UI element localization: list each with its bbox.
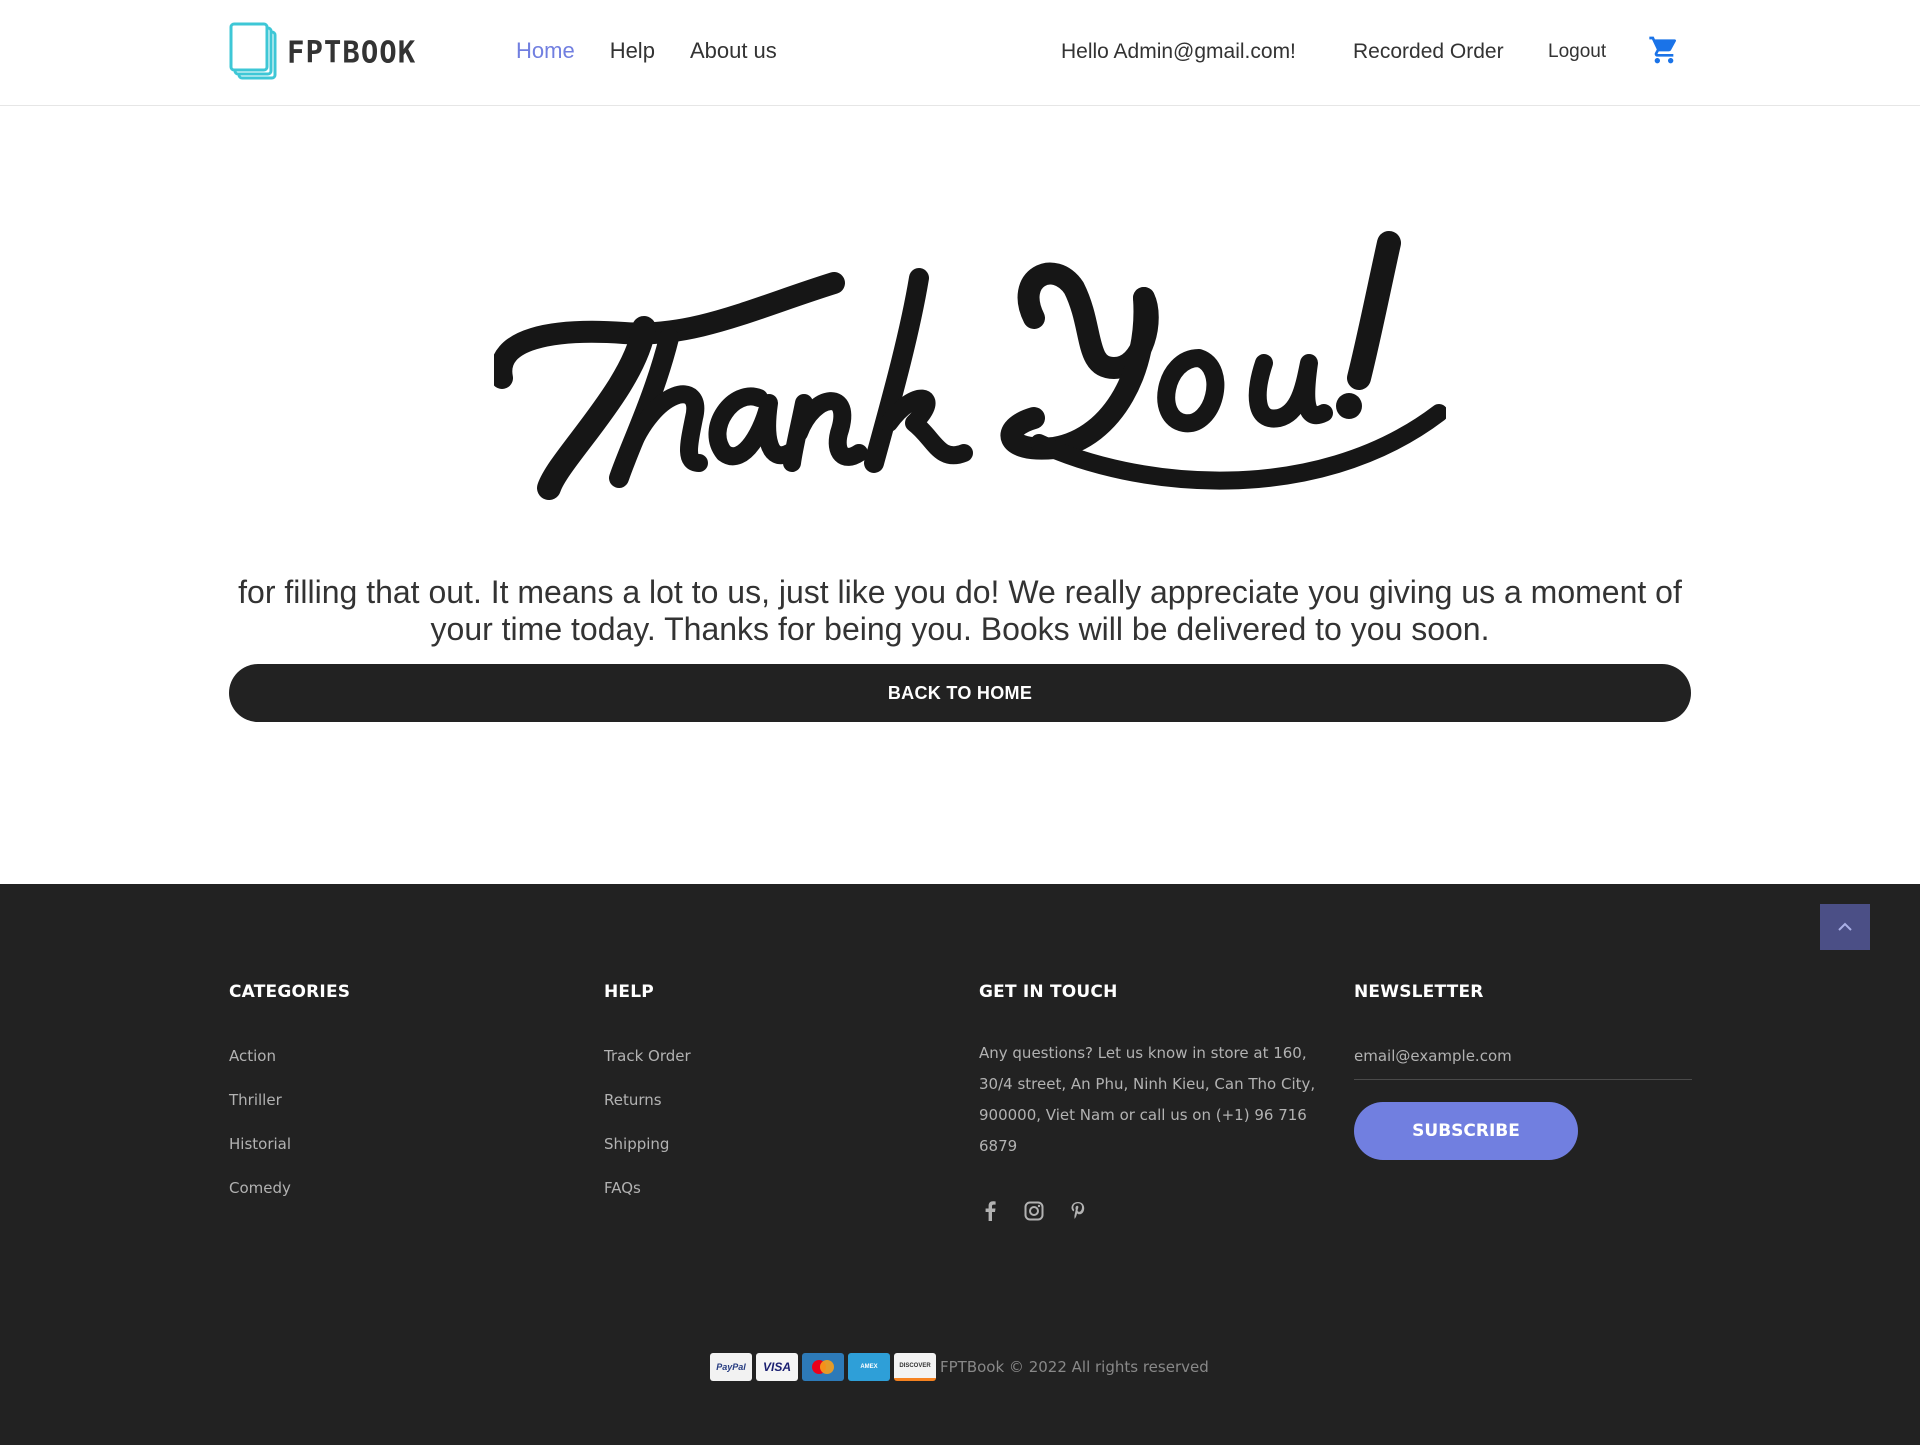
cart-icon — [1649, 36, 1677, 64]
footer-newsletter: NEWSLETTER SUBSCRIBE — [1354, 982, 1692, 1160]
contact-text: Any questions? Let us know in store at 1… — [979, 1044, 1316, 1155]
nav-home-link[interactable]: Home — [516, 38, 575, 64]
thank-you-image — [490, 228, 1448, 508]
amex-icon: AMEX — [848, 1353, 890, 1381]
nav-about-link[interactable]: About us — [690, 38, 777, 64]
visa-icon: VISA — [756, 1353, 798, 1381]
footer-bottom: PayPal VISA AMEX DISCOVER FPTBook © 2022… — [710, 1353, 1209, 1381]
nav-help-link[interactable]: Help — [610, 38, 655, 64]
newsletter-email-input[interactable] — [1354, 1047, 1692, 1080]
pinterest-icon[interactable] — [1067, 1200, 1089, 1222]
recorded-order-link[interactable]: Recorded Order — [1353, 40, 1504, 64]
logout-link[interactable]: Logout — [1548, 41, 1606, 63]
footer-newsletter-title: NEWSLETTER — [1354, 982, 1484, 1002]
discover-icon: DISCOVER — [894, 1353, 936, 1381]
footer-category-link[interactable]: Comedy — [229, 1179, 350, 1223]
footer-category-link[interactable]: Historial — [229, 1135, 350, 1179]
user-greeting: Hello Admin@gmail.com! — [1061, 40, 1296, 63]
brand-logo[interactable]: FPTBOOK — [229, 22, 416, 82]
thank-you-message: for filling that out. It means a lot to … — [238, 574, 1682, 647]
footer-get-in-touch: GET IN TOUCH Any questions? Let us know … — [979, 982, 1319, 1222]
book-stack-icon — [229, 22, 277, 80]
footer-categories-title: CATEGORIES — [229, 982, 351, 1002]
paypal-icon: PayPal — [710, 1353, 752, 1381]
chevron-up-icon — [1838, 922, 1852, 931]
footer-categories: CATEGORIES Action Thriller Historial Com… — [229, 982, 350, 1223]
footer-help-link[interactable]: FAQs — [604, 1179, 691, 1223]
brand-name: FPTBOOK — [287, 34, 417, 70]
instagram-icon[interactable] — [1023, 1200, 1045, 1222]
social-links — [979, 1200, 1319, 1222]
copyright-text: FPTBook © 2022 All rights reserved — [940, 1358, 1209, 1376]
subscribe-button[interactable]: SUBSCRIBE — [1354, 1102, 1578, 1160]
footer-category-link[interactable]: Thriller — [229, 1091, 350, 1135]
footer-touch-title: GET IN TOUCH — [979, 982, 1118, 1002]
site-header: FPTBOOK Home Help About us Hello Admin@g… — [0, 0, 1920, 106]
footer-category-link[interactable]: Action — [229, 1047, 350, 1091]
cart-button[interactable] — [1648, 34, 1680, 71]
footer-help-link[interactable]: Track Order — [604, 1047, 691, 1091]
back-to-home-button[interactable]: BACK TO HOME — [229, 664, 1691, 722]
facebook-icon[interactable] — [979, 1200, 1001, 1222]
main-nav: Home Help About us — [516, 38, 777, 64]
back-to-top-button[interactable] — [1820, 904, 1870, 950]
mastercard-icon — [802, 1353, 844, 1381]
footer-help-title: HELP — [604, 982, 654, 1002]
footer-help-link[interactable]: Shipping — [604, 1135, 691, 1179]
footer-help-link[interactable]: Returns — [604, 1091, 691, 1135]
footer-help: HELP Track Order Returns Shipping FAQs — [604, 982, 691, 1223]
